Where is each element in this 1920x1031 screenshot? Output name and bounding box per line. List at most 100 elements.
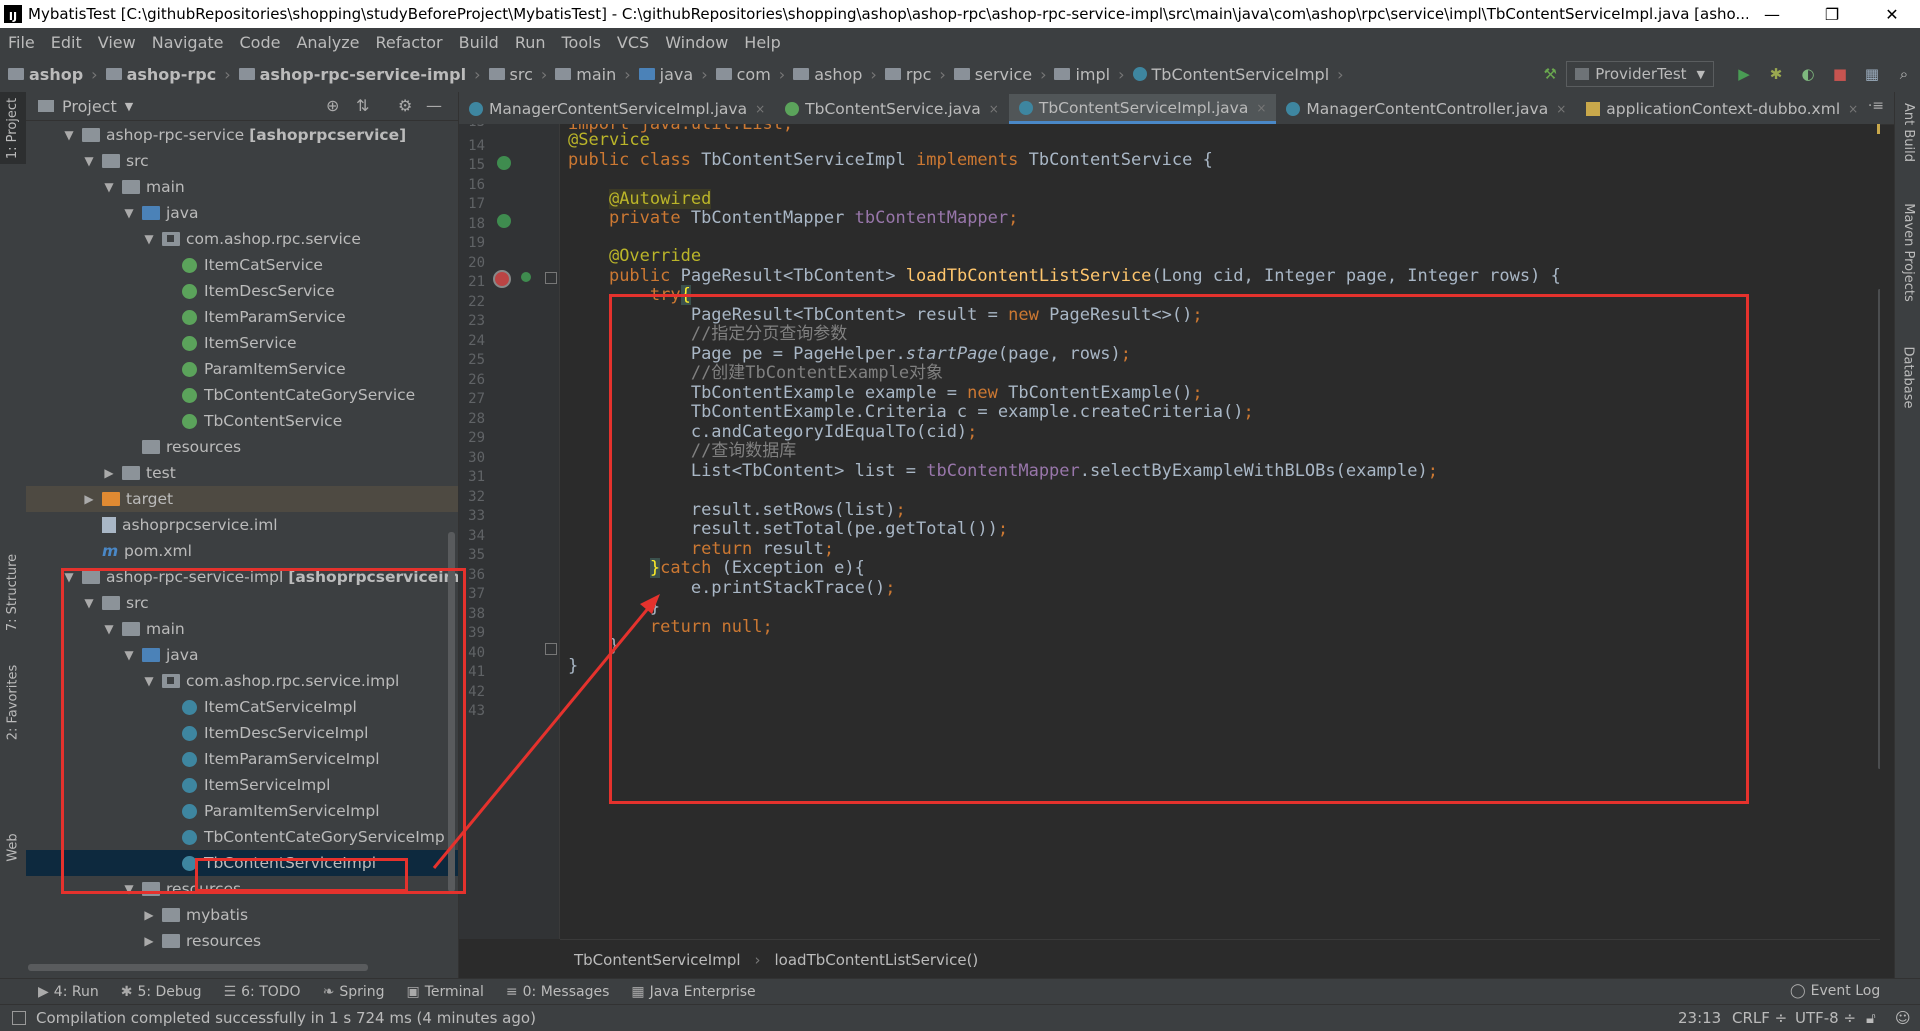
breadcrumb-method[interactable]: loadTbContentListService() bbox=[775, 951, 979, 969]
tab-manager-content-service-impl[interactable]: ManagerContentServiceImpl.java × bbox=[459, 94, 775, 124]
tree-file[interactable]: ItemParamService bbox=[26, 304, 458, 330]
menu-refactor[interactable]: Refactor bbox=[368, 33, 451, 52]
implements-method-icon[interactable] bbox=[521, 272, 531, 282]
crumb-service[interactable]: service › bbox=[953, 65, 1046, 84]
tab-web-tool[interactable]: Web bbox=[0, 822, 26, 872]
close-icon[interactable]: × bbox=[1556, 102, 1566, 116]
tab-ant-build[interactable]: Ant Build bbox=[1895, 92, 1920, 172]
tree-folder-resources[interactable]: ▶ resources bbox=[26, 928, 458, 954]
tree-folder-java[interactable]: ▼ java bbox=[26, 200, 458, 226]
tree-file-pom[interactable]: m pom.xml bbox=[26, 538, 458, 564]
build-hammer-icon[interactable]: ⚒ bbox=[1539, 63, 1561, 85]
gear-icon[interactable]: ⚙ bbox=[398, 96, 412, 115]
stop-icon[interactable]: ■ bbox=[1829, 63, 1851, 85]
tree-folder-resources[interactable]: resources bbox=[26, 434, 458, 460]
close-icon[interactable]: × bbox=[1848, 102, 1858, 116]
collapse-all-icon[interactable]: ⇅ bbox=[356, 96, 369, 115]
tool-debug[interactable]: ✱ 5: Debug bbox=[121, 984, 202, 1000]
hide-icon[interactable]: — bbox=[426, 96, 442, 115]
minimize-button[interactable]: — bbox=[1742, 0, 1802, 28]
warning-marker[interactable] bbox=[1877, 124, 1880, 134]
menu-analyze[interactable]: Analyze bbox=[288, 33, 367, 52]
tab-tbcontent-service-impl[interactable]: TbContentServiceImpl.java × bbox=[1008, 94, 1277, 124]
search-icon[interactable]: ⌕ bbox=[1893, 63, 1915, 85]
menu-navigate[interactable]: Navigate bbox=[144, 33, 232, 52]
file-encoding[interactable]: UTF-8 ÷ bbox=[1795, 1005, 1856, 1031]
menu-code[interactable]: Code bbox=[232, 33, 289, 52]
close-button[interactable]: ✕ bbox=[1862, 0, 1920, 28]
tree-module-ashop-rpc-service[interactable]: ▼ ashop-rpc-service [ashoprpcservice] bbox=[26, 122, 458, 148]
menu-help[interactable]: Help bbox=[736, 33, 788, 52]
close-icon[interactable]: × bbox=[755, 102, 765, 116]
tree-file-iml[interactable]: ashoprpcservice.iml bbox=[26, 512, 458, 538]
crumb-class[interactable]: TbContentServiceImpl › bbox=[1132, 65, 1344, 84]
caret-position[interactable]: 23:13 bbox=[1678, 1005, 1721, 1031]
tree-file[interactable]: ItemDescService bbox=[26, 278, 458, 304]
tree-file[interactable]: TbContentCateGoryService bbox=[26, 382, 458, 408]
crumb-ashop[interactable]: ashop › bbox=[8, 65, 98, 84]
overrides-icon[interactable] bbox=[493, 270, 511, 288]
editor-scrollbar[interactable] bbox=[1878, 289, 1880, 769]
menu-vcs[interactable]: VCS bbox=[609, 33, 657, 52]
crumb-ashop-rpc[interactable]: ashop-rpc › bbox=[105, 65, 231, 84]
crumb-com[interactable]: com › bbox=[715, 65, 785, 84]
tabs-overflow-icon[interactable]: ⋅≡ bbox=[1868, 98, 1884, 114]
hector-icon[interactable]: ☺︎ bbox=[1895, 1005, 1911, 1031]
spring-bean-icon[interactable] bbox=[497, 214, 511, 228]
tool-terminal[interactable]: ▣ Terminal bbox=[407, 984, 484, 1000]
menu-file[interactable]: File bbox=[0, 33, 43, 52]
menu-view[interactable]: View bbox=[90, 33, 144, 52]
toggle-panels-icon[interactable] bbox=[12, 1011, 26, 1025]
crumb-impl[interactable]: impl › bbox=[1054, 65, 1125, 84]
menu-run[interactable]: Run bbox=[507, 33, 554, 52]
tool-todo[interactable]: ☰ 6: TODO bbox=[224, 984, 301, 1000]
menu-build[interactable]: Build bbox=[451, 33, 507, 52]
tab-manager-content-controller[interactable]: ManagerContentController.java × bbox=[1276, 94, 1576, 124]
lock-icon[interactable]: 🔓︎ bbox=[1866, 1005, 1876, 1031]
chevron-down-icon[interactable]: ▼ bbox=[125, 100, 133, 113]
tool-spring[interactable]: ❧ Spring bbox=[323, 984, 385, 1000]
run-icon[interactable]: ▶ bbox=[1733, 63, 1755, 85]
tool-run[interactable]: ▶ 4: Run bbox=[38, 984, 99, 1000]
tree-folder-main[interactable]: ▼ main bbox=[26, 174, 458, 200]
crumb-java[interactable]: java › bbox=[638, 65, 708, 84]
tab-database[interactable]: Database bbox=[1895, 332, 1920, 422]
run-config-select[interactable]: ProviderTest ▼ bbox=[1566, 61, 1714, 87]
fold-icon[interactable] bbox=[545, 272, 557, 284]
debug-icon[interactable]: ✱ bbox=[1765, 63, 1787, 85]
restore-button[interactable]: ❐ bbox=[1802, 0, 1862, 28]
project-view-select[interactable]: Project bbox=[62, 97, 117, 116]
tab-application-context-dubbo[interactable]: applicationContext-dubbo.xml × bbox=[1576, 94, 1868, 124]
tree-file[interactable]: ItemService bbox=[26, 330, 458, 356]
tree-folder-target[interactable]: ▶ target bbox=[26, 486, 458, 512]
tab-favorites-tool[interactable]: 2: Favorites bbox=[0, 652, 26, 752]
tab-structure-tool[interactable]: 7: Structure bbox=[0, 542, 26, 642]
menu-window[interactable]: Window bbox=[657, 33, 736, 52]
crumb-ashop-rpc-service-impl[interactable]: ashop-rpc-service-impl › bbox=[238, 65, 481, 84]
fold-icon[interactable] bbox=[545, 643, 557, 655]
menu-edit[interactable]: Edit bbox=[43, 33, 90, 52]
tree-file[interactable]: TbContentService bbox=[26, 408, 458, 434]
crumb-src[interactable]: src › bbox=[488, 65, 547, 84]
tab-maven-projects[interactable]: Maven Projects bbox=[1895, 187, 1920, 317]
close-icon[interactable]: × bbox=[1256, 101, 1266, 115]
project-structure-icon[interactable]: ▦ bbox=[1861, 63, 1883, 85]
tab-project-tool[interactable]: 1: Project bbox=[0, 92, 26, 164]
tab-tbcontent-service[interactable]: TbContentService.java × bbox=[775, 94, 1009, 124]
tool-messages[interactable]: ≡ 0: Messages bbox=[506, 984, 609, 1000]
coverage-icon[interactable]: ◐ bbox=[1797, 63, 1819, 85]
tool-event-log[interactable]: ◯ Event Log bbox=[1790, 983, 1880, 999]
line-separator[interactable]: CRLF ÷ bbox=[1732, 1005, 1787, 1031]
close-icon[interactable]: × bbox=[989, 102, 999, 116]
crumb-main[interactable]: main › bbox=[555, 65, 631, 84]
crumb-rpc[interactable]: rpc › bbox=[884, 65, 946, 84]
tree-folder-test[interactable]: ▶ test bbox=[26, 460, 458, 486]
tree-folder-src[interactable]: ▼ src bbox=[26, 148, 458, 174]
menu-tools[interactable]: Tools bbox=[554, 33, 609, 52]
crumb-ashop-pkg[interactable]: ashop › bbox=[793, 65, 877, 84]
tree-file[interactable]: ParamItemService bbox=[26, 356, 458, 382]
locate-icon[interactable]: ⊕ bbox=[326, 96, 339, 115]
breadcrumb-class[interactable]: TbContentServiceImpl bbox=[574, 951, 741, 969]
tree-folder-mybatis[interactable]: ▶ mybatis bbox=[26, 902, 458, 928]
tree-file[interactable]: ItemCatService bbox=[26, 252, 458, 278]
